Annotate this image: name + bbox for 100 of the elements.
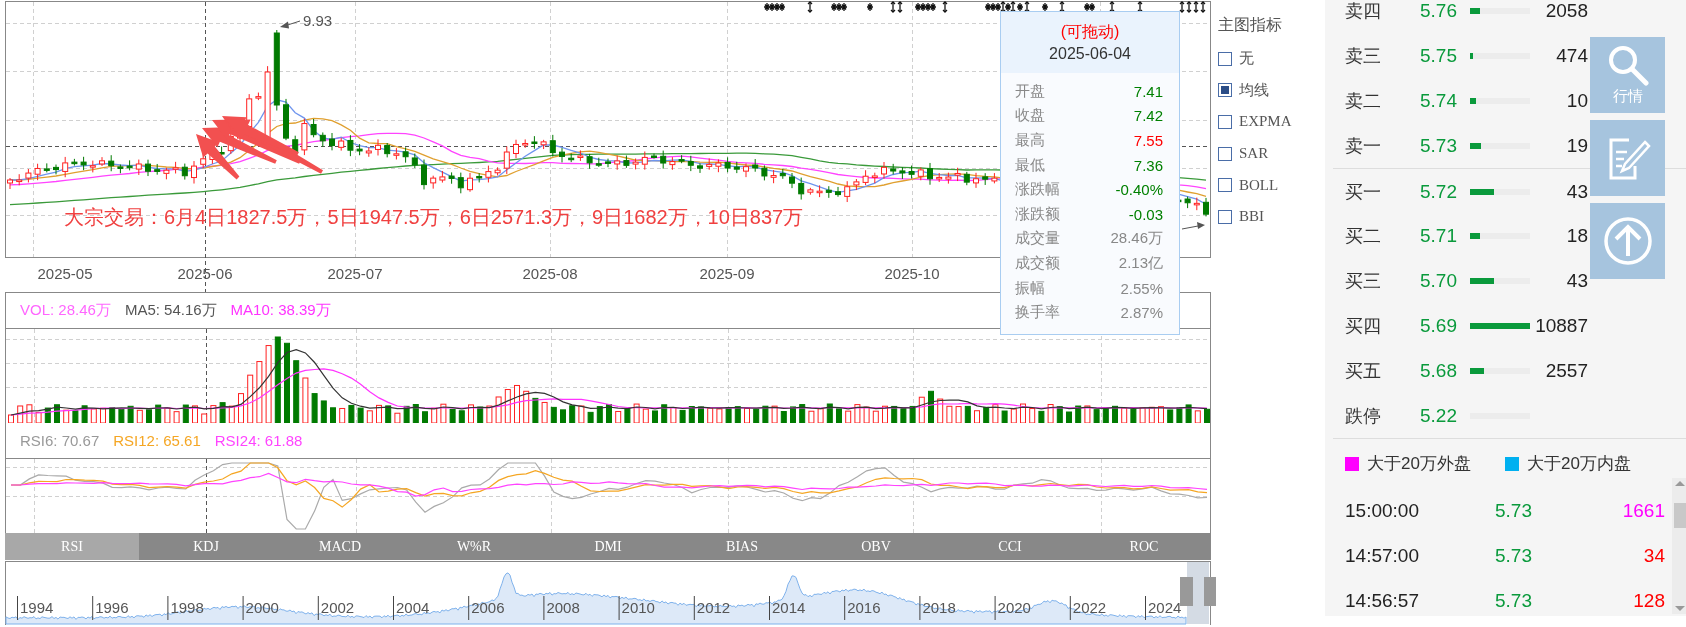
indicator-tab[interactable]: MACD — [273, 533, 407, 560]
order-level-label: 买四 — [1345, 314, 1382, 338]
block-trade-note: 大宗交易：6月4日1827.5万，5日1947.5万，6日2571.3万，9日1682万，10日837万 — [64, 206, 804, 228]
order-level-label: 跌停 — [1345, 404, 1382, 428]
scrollbar-thumb[interactable] — [1674, 503, 1686, 528]
order-volume: 2058 — [1544, 0, 1588, 23]
legend-value: VOL: 28.46万 — [20, 301, 111, 320]
order-level-label: 卖二 — [1345, 90, 1382, 113]
order-price: 5.69 — [1420, 314, 1458, 337]
trade-volume: 128 — [1632, 590, 1665, 613]
year-label: 2004 — [396, 599, 430, 616]
checkbox-label[interactable]: BOLL — [1239, 176, 1279, 194]
scrollbar[interactable] — [1672, 478, 1686, 614]
field-label: 成交额 — [1015, 253, 1060, 273]
order-volume: 474 — [1555, 45, 1588, 68]
field-label: 最高 — [1015, 131, 1045, 150]
order-price: 5.72 — [1420, 180, 1458, 203]
field-value: 7.42 — [1133, 107, 1163, 125]
year-label: 1998 — [170, 599, 204, 616]
year-label: 2014 — [772, 599, 806, 616]
order-price: 5.70 — [1420, 270, 1458, 293]
legend-value: RSI24: 61.88 — [214, 432, 303, 449]
order-price: 5.74 — [1420, 90, 1458, 112]
year-label: 2012 — [696, 599, 731, 616]
legend-value: RSI6: 70.67 — [20, 432, 100, 449]
trade-price: 5.73 — [1495, 590, 1533, 613]
checkbox[interactable] — [1218, 83, 1232, 98]
year-label: 2002 — [320, 599, 355, 616]
indicator-tab[interactable]: RSI — [5, 533, 139, 560]
legend-label: 大于20万内盘 — [1526, 453, 1631, 476]
order-level-label: 买三 — [1345, 270, 1382, 294]
order-level-label: 卖三 — [1345, 45, 1382, 69]
order-volume: 43 — [1565, 180, 1588, 203]
year-label: 2016 — [847, 599, 881, 616]
back-to-top-button[interactable] — [1590, 203, 1665, 279]
checkbox-label[interactable]: 无 — [1239, 49, 1254, 69]
leader-line — [1181, 222, 1205, 230]
indicator-tab[interactable]: KDJ — [139, 533, 273, 560]
order-volume: 19 — [1565, 134, 1588, 157]
checkbox-label[interactable]: 均线 — [1239, 80, 1269, 100]
field-value: 7.41 — [1133, 82, 1163, 100]
checkbox[interactable] — [1218, 209, 1232, 224]
checkbox[interactable] — [1218, 51, 1232, 66]
checkbox[interactable] — [1218, 146, 1232, 161]
trade-volume: 34 — [1642, 545, 1665, 568]
note-button[interactable] — [1590, 120, 1665, 196]
year-label: 2022 — [1072, 599, 1107, 616]
checkbox-label[interactable]: BBI — [1239, 208, 1264, 226]
year-label: 2010 — [621, 599, 655, 616]
year-label: 1994 — [20, 599, 54, 616]
indicator-tab[interactable]: ROC — [1077, 533, 1211, 560]
field-label: 成交量 — [1015, 229, 1060, 249]
order-volume: 18 — [1565, 225, 1588, 248]
order-volume: 10887 — [1534, 314, 1588, 337]
field-value: 28.46万 — [1110, 229, 1163, 249]
indicator-tab[interactable]: CCI — [943, 533, 1077, 560]
range-handle[interactable] — [1204, 577, 1216, 606]
field-value: 2.55% — [1120, 279, 1163, 297]
indicator-tab[interactable]: OBV — [809, 533, 943, 560]
scroll-down-icon[interactable] — [1675, 606, 1685, 611]
axis-label: 2025-06 — [177, 265, 233, 282]
legend-label: 大于20万外盘 — [1367, 453, 1471, 476]
field-value: -0.40% — [1115, 181, 1163, 199]
field-value: 7.36 — [1133, 156, 1163, 174]
field-value: 2.87% — [1120, 304, 1163, 322]
year-label: 2000 — [245, 599, 279, 616]
field-value: 2.13亿 — [1118, 253, 1163, 273]
axis-label: 2025-05 — [37, 265, 93, 282]
order-price: 5.71 — [1420, 225, 1458, 248]
trade-price: 5.73 — [1495, 545, 1533, 568]
field-label: 换手率 — [1015, 303, 1060, 323]
section-title: 主图指标 — [1217, 15, 1283, 35]
checkbox[interactable] — [1218, 178, 1232, 193]
scroll-up-icon[interactable] — [1675, 481, 1685, 486]
order-volume: 43 — [1565, 270, 1588, 293]
indicator-tab[interactable]: W%R — [407, 533, 541, 560]
indicator-tab[interactable]: DMI — [541, 533, 675, 560]
order-level-label: 卖四 — [1345, 0, 1382, 24]
field-label: 最低 — [1015, 155, 1045, 175]
order-volume: 2557 — [1544, 359, 1588, 382]
field-label: 涨跌幅 — [1015, 180, 1060, 200]
search-button[interactable]: 行情 — [1590, 37, 1665, 113]
legend-value: RSI12: 65.61 — [113, 432, 201, 449]
indicator-tab[interactable]: BIAS — [675, 533, 809, 560]
year-label: 2008 — [546, 599, 580, 616]
legend-value: MA5: 54.16万 — [124, 301, 217, 320]
trade-time: 15:00:00 — [1345, 500, 1420, 523]
order-volume: 10 — [1565, 90, 1588, 112]
checkbox[interactable] — [1218, 115, 1232, 129]
order-price: 5.73 — [1420, 134, 1458, 157]
order-level-label: 买二 — [1345, 225, 1382, 249]
checkbox-label[interactable]: EXPMA — [1239, 113, 1292, 131]
field-label: 开盘 — [1015, 81, 1045, 101]
checkbox-label[interactable]: SAR — [1239, 145, 1269, 163]
search-icon — [1606, 44, 1649, 86]
tooltip-date: 2025-06-04 — [1049, 45, 1131, 63]
axis-label: 2025-09 — [699, 265, 755, 282]
range-handle[interactable] — [1180, 577, 1193, 606]
field-value: -0.03 — [1128, 205, 1163, 223]
year-label: 1996 — [95, 599, 129, 616]
